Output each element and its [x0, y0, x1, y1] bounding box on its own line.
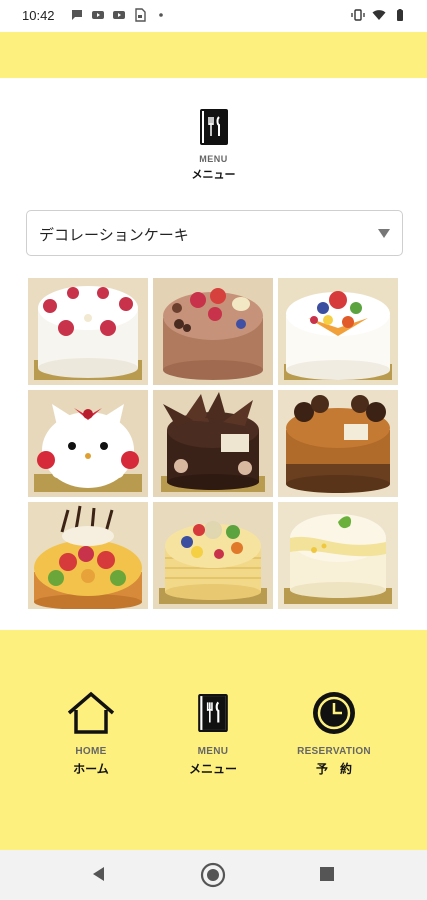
home-circle-icon[interactable]: [200, 862, 226, 888]
nav-reservation-label-en: RESERVATION: [297, 746, 371, 757]
bottom-navigation: HOME ホーム MENU メニュー RESERVATION 予 約: [0, 630, 427, 850]
wifi-icon: [372, 10, 386, 20]
cake-item-fruit-mille-crepe-cake[interactable]: [153, 502, 273, 609]
youtube-icon: [113, 11, 125, 19]
cake-item-caramel-chocolate-cake[interactable]: [278, 390, 398, 497]
nav-reservation-label-ja: 予 約: [315, 762, 352, 776]
menu-book-icon: [188, 690, 238, 736]
cake-grid: [28, 278, 400, 609]
nav-home-label-ja: ホーム: [73, 762, 109, 776]
nav-menu-button[interactable]: MENU メニュー: [153, 690, 273, 777]
cake-item-strawberry-shortcake[interactable]: [28, 278, 148, 385]
status-system-icons: [351, 8, 407, 22]
nav-home-label-en: HOME: [75, 746, 107, 757]
youtube-icon: [92, 11, 104, 19]
nav-reservation-button[interactable]: RESERVATION 予 約: [274, 690, 394, 777]
status-notification-icons: [70, 8, 168, 22]
dot-icon: [159, 13, 163, 17]
page-title-en: MENU: [199, 154, 228, 164]
sim-icon: [135, 8, 146, 22]
battery-icon: [397, 9, 403, 21]
category-dropdown[interactable]: デコレーションケーキ: [26, 210, 403, 256]
status-bar: 10:42: [0, 0, 427, 32]
system-navigation-bar: [0, 850, 427, 900]
status-time: 10:42: [22, 8, 55, 23]
cake-item-white-mousse-cake[interactable]: [278, 502, 398, 609]
recents-icon[interactable]: [319, 866, 335, 882]
category-selected-value: デコレーションケーキ: [39, 226, 189, 244]
cake-item-chocolate-strawberry-cake[interactable]: [153, 278, 273, 385]
page-header: MENU メニュー: [0, 100, 427, 190]
cake-item-fruit-tart-cake[interactable]: [28, 502, 148, 609]
page-title-ja: メニュー: [191, 168, 236, 181]
menu-book-icon: [197, 108, 231, 146]
cake-item-cat-face-cake[interactable]: [28, 390, 148, 497]
vibrate-icon: [351, 9, 365, 21]
clock-icon: [309, 690, 359, 736]
back-icon[interactable]: [90, 865, 108, 883]
chat-icon: [72, 10, 82, 20]
nav-menu-label-en: MENU: [197, 746, 229, 757]
home-icon: [66, 690, 116, 736]
app-top-bar: [0, 32, 427, 78]
nav-menu-label-ja: メニュー: [188, 762, 237, 776]
dropdown-arrow-icon: [378, 229, 390, 238]
cake-item-chocolate-leaf-cake[interactable]: [153, 390, 273, 497]
nav-home-button[interactable]: HOME ホーム: [31, 690, 151, 777]
cake-item-fruit-cream-cake[interactable]: [278, 278, 398, 385]
